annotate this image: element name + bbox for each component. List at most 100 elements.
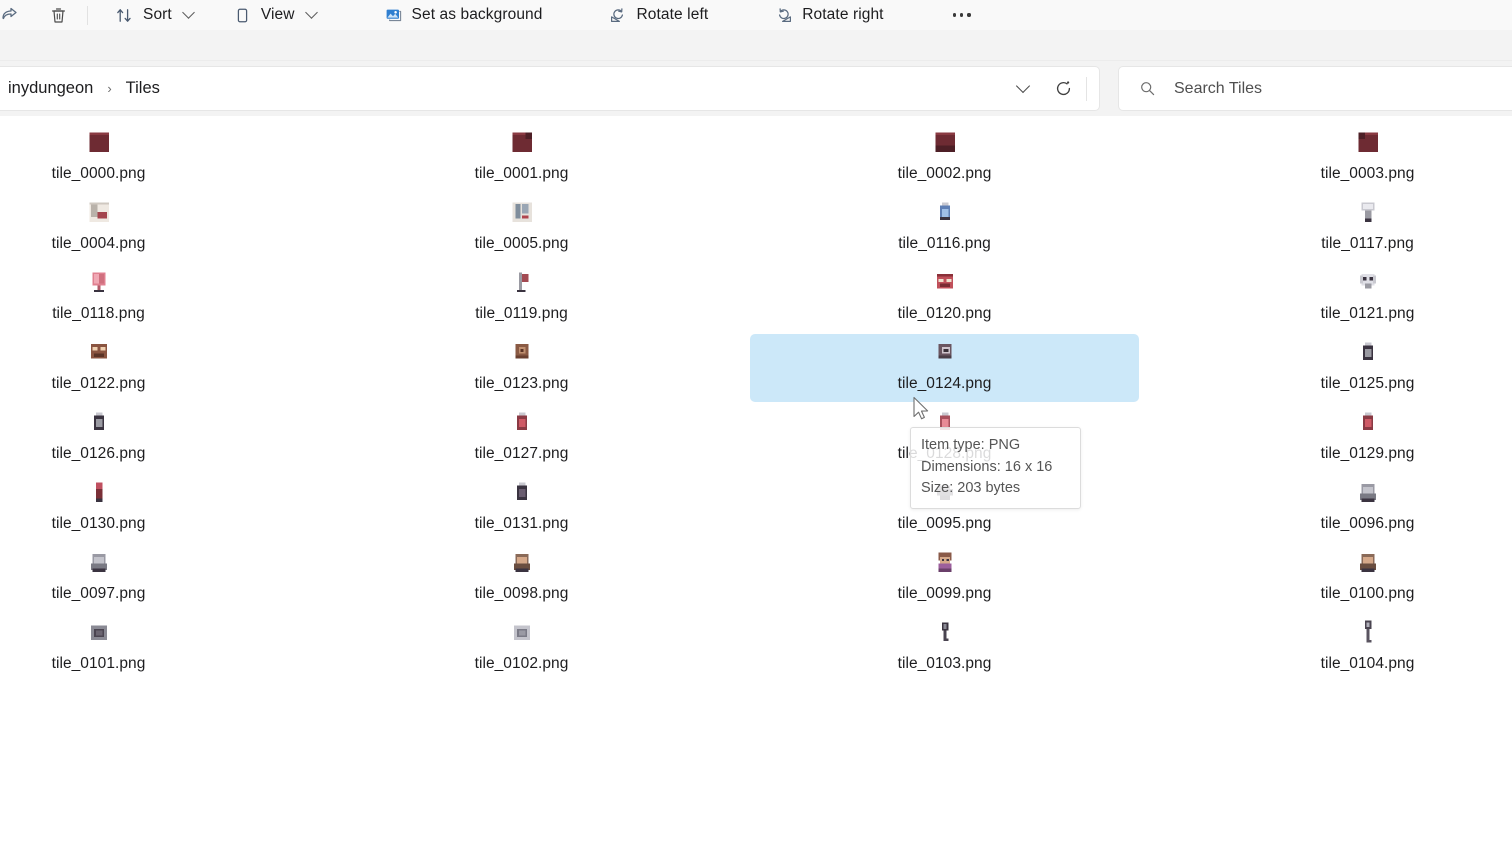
file-thumbnail-icon bbox=[507, 337, 537, 367]
file-item[interactable]: tile_0100.png bbox=[1173, 544, 1512, 612]
dot bbox=[967, 13, 971, 17]
set-as-background-button[interactable]: Set as background bbox=[374, 0, 553, 30]
search-box[interactable]: Search Tiles bbox=[1118, 66, 1512, 111]
file-thumbnail-icon bbox=[930, 617, 960, 647]
file-item[interactable]: tile_0004.png bbox=[0, 194, 293, 262]
file-item[interactable]: tile_0117.png bbox=[1173, 194, 1512, 262]
file-item[interactable]: tile_0122.png bbox=[0, 334, 293, 402]
file-item[interactable]: tile_0095.png bbox=[750, 474, 1139, 542]
file-item[interactable]: tile_0102.png bbox=[327, 614, 716, 682]
chevron-down-icon bbox=[1015, 78, 1031, 93]
file-thumbnail-icon bbox=[1353, 477, 1383, 507]
view-button[interactable]: View bbox=[223, 0, 326, 30]
file-name-label: tile_0101.png bbox=[51, 655, 146, 672]
address-dropdown-button[interactable] bbox=[1006, 72, 1040, 106]
delete-button[interactable] bbox=[34, 0, 82, 30]
file-item[interactable]: tile_0131.png bbox=[327, 474, 716, 542]
file-thumbnail-icon bbox=[507, 477, 537, 507]
file-name-label: tile_0099.png bbox=[897, 585, 992, 602]
file-name-label: tile_0119.png bbox=[475, 305, 568, 322]
see-more-button[interactable] bbox=[942, 0, 982, 30]
file-item[interactable]: tile_0101.png bbox=[0, 614, 293, 682]
sort-button[interactable]: Sort bbox=[105, 0, 203, 30]
file-thumbnail-icon bbox=[507, 547, 537, 577]
file-item[interactable]: tile_0126.png bbox=[0, 404, 293, 472]
file-item[interactable]: tile_0096.png bbox=[1173, 474, 1512, 542]
file-item[interactable]: tile_0104.png bbox=[1173, 614, 1512, 682]
toolbar-divider bbox=[87, 5, 88, 25]
file-item[interactable]: tile_0120.png bbox=[750, 264, 1139, 332]
set-as-background-label: Set as background bbox=[411, 6, 543, 24]
rotate-right-icon bbox=[774, 6, 793, 25]
breadcrumb-item-tiles[interactable]: Tiles bbox=[121, 76, 165, 101]
file-thumbnail-icon bbox=[84, 127, 114, 157]
breadcrumb-separator-icon: › bbox=[107, 81, 112, 96]
file-name-label: tile_0125.png bbox=[1320, 375, 1415, 392]
file-thumbnail-icon bbox=[84, 337, 114, 367]
file-item[interactable]: tile_0128.png bbox=[750, 404, 1139, 472]
refresh-button[interactable] bbox=[1046, 72, 1080, 106]
file-item[interactable]: tile_0124.png bbox=[750, 334, 1139, 402]
command-toolbar: Sort View Set as background Rotate left … bbox=[0, 0, 1512, 30]
file-name-label: tile_0122.png bbox=[51, 375, 146, 392]
file-thumbnail-icon bbox=[930, 407, 960, 437]
file-name-label: tile_0120.png bbox=[897, 305, 992, 322]
file-item[interactable]: tile_0129.png bbox=[1173, 404, 1512, 472]
file-thumbnail-icon bbox=[84, 197, 114, 227]
delete-icon bbox=[49, 6, 68, 25]
file-name-label: tile_0005.png bbox=[474, 235, 569, 252]
file-item[interactable]: tile_0005.png bbox=[327, 194, 716, 262]
file-item[interactable]: tile_0127.png bbox=[327, 404, 716, 472]
file-name-label: tile_0127.png bbox=[474, 445, 569, 462]
address-bar[interactable]: inydungeon › Tiles bbox=[0, 66, 1100, 111]
file-item[interactable]: tile_0125.png bbox=[1173, 334, 1512, 402]
file-thumbnail-icon bbox=[1353, 197, 1383, 227]
file-thumbnail-icon bbox=[84, 547, 114, 577]
file-name-label: tile_0004.png bbox=[51, 235, 146, 252]
file-item[interactable]: tile_0098.png bbox=[327, 544, 716, 612]
file-thumbnail-icon bbox=[930, 477, 960, 507]
file-item[interactable]: tile_0130.png bbox=[0, 474, 293, 542]
file-item[interactable]: tile_0002.png bbox=[750, 124, 1139, 192]
file-item[interactable]: tile_0121.png bbox=[1173, 264, 1512, 332]
file-item[interactable]: tile_0116.png bbox=[750, 194, 1139, 262]
file-item[interactable]: tile_0003.png bbox=[1173, 124, 1512, 192]
rotate-right-button[interactable]: Rotate right bbox=[764, 0, 893, 30]
file-name-label: tile_0098.png bbox=[474, 585, 569, 602]
file-thumbnail-icon bbox=[507, 407, 537, 437]
file-name-label: tile_0003.png bbox=[1320, 165, 1415, 182]
chevron-down-icon bbox=[181, 5, 195, 19]
file-thumbnail-icon bbox=[84, 407, 114, 437]
file-explorer-window: Sort View Set as background Rotate left … bbox=[0, 0, 1512, 852]
file-name-label: tile_0002.png bbox=[897, 165, 992, 182]
file-thumbnail-icon bbox=[507, 617, 537, 647]
file-name-label: tile_0129.png bbox=[1320, 445, 1415, 462]
file-thumbnail-icon bbox=[507, 197, 537, 227]
chevron-down-icon bbox=[304, 5, 318, 19]
file-name-label: tile_0102.png bbox=[474, 655, 569, 672]
file-item[interactable]: tile_0099.png bbox=[750, 544, 1139, 612]
file-name-label: tile_0128.png bbox=[897, 445, 992, 462]
file-item[interactable]: tile_0097.png bbox=[0, 544, 293, 612]
file-name-label: tile_0124.png bbox=[897, 375, 992, 392]
file-name-label: tile_0131.png bbox=[474, 515, 569, 532]
rotate-right-label: Rotate right bbox=[802, 6, 884, 24]
file-name-label: tile_0000.png bbox=[51, 165, 146, 182]
file-item[interactable]: tile_0001.png bbox=[327, 124, 716, 192]
file-name-label: tile_0096.png bbox=[1320, 515, 1415, 532]
view-label: View bbox=[260, 6, 295, 24]
file-grid[interactable]: tile_0000.png tile_0001.png tile_0002.png t… bbox=[0, 120, 1512, 720]
set-background-icon bbox=[384, 6, 403, 25]
file-thumbnail-icon bbox=[930, 337, 960, 367]
file-item[interactable]: tile_0103.png bbox=[750, 614, 1139, 682]
file-item[interactable]: tile_0119.png bbox=[327, 264, 716, 332]
breadcrumb-item-tinydungeon[interactable]: inydungeon bbox=[3, 76, 98, 101]
rotate-left-button[interactable]: Rotate left bbox=[599, 0, 719, 30]
file-item[interactable]: tile_0123.png bbox=[327, 334, 716, 402]
file-thumbnail-icon bbox=[507, 267, 537, 297]
share-button[interactable] bbox=[0, 0, 34, 30]
search-input[interactable]: Search Tiles bbox=[1174, 80, 1262, 98]
file-item[interactable]: tile_0000.png bbox=[0, 124, 293, 192]
file-name-label: tile_0100.png bbox=[1320, 585, 1415, 602]
file-item[interactable]: tile_0118.png bbox=[0, 264, 293, 332]
